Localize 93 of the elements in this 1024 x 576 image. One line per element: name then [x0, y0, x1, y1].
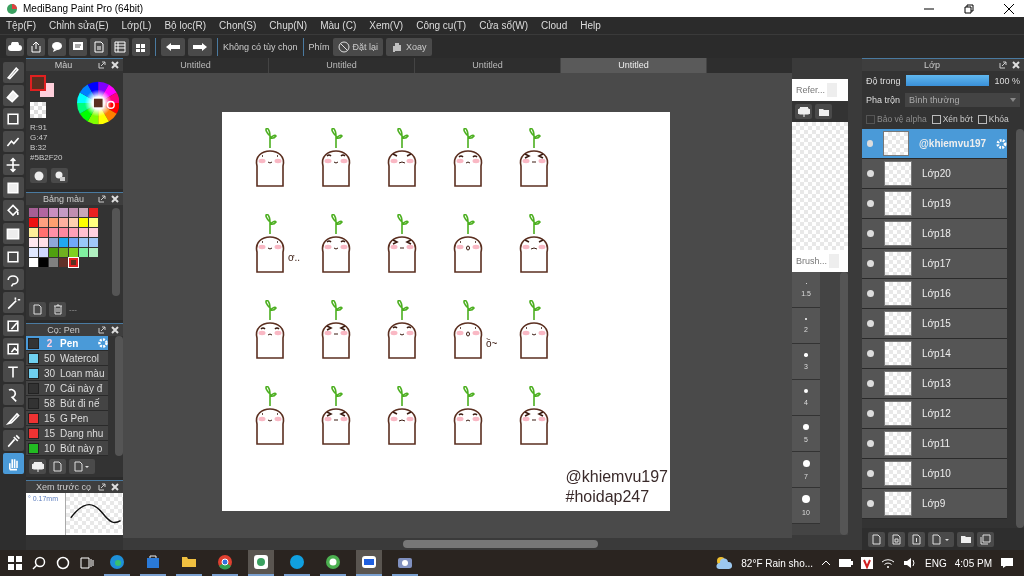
layer-item[interactable]: Lớp16	[862, 279, 1007, 309]
menu-item[interactable]: Bộ lọc(R)	[164, 20, 207, 31]
menu-item[interactable]: Màu (C)	[320, 20, 357, 31]
layer-item[interactable]: Lớp14	[862, 339, 1007, 369]
rgb-value: G:47	[30, 133, 49, 143]
panel-title: Cọ: Pen	[47, 325, 80, 335]
menu-item[interactable]: Chọn(S)	[219, 20, 257, 31]
clock-text[interactable]: 4:05 PM	[954, 557, 992, 569]
layer-item[interactable]: Lớp17	[862, 249, 1007, 279]
signature-text: @khiemvu197	[565, 467, 668, 487]
document-tab[interactable]: Untitled	[123, 58, 269, 73]
rgb-value: R:91	[30, 123, 48, 133]
brush-size: 70	[43, 382, 56, 394]
brush-name: Dạng nhu	[60, 427, 105, 439]
brush-item[interactable]: 30 Loan màu	[26, 366, 108, 381]
layer-name: Lớp17	[922, 258, 952, 269]
palette-name: ---	[69, 305, 77, 314]
rgb-value: B:32	[30, 143, 48, 153]
menu-item[interactable]: Chỉnh sửa(E)	[49, 20, 109, 31]
brush-item[interactable]: 50 Watercol	[26, 351, 108, 366]
brush-item[interactable]: 15 G Pen	[26, 411, 108, 426]
layer-name: Lớp11	[922, 438, 952, 449]
brush-size: 50	[43, 352, 56, 364]
brush-size: 30	[43, 367, 56, 379]
layer-option-checkbox[interactable]: Khóa	[977, 114, 1009, 124]
brush-size: 10	[43, 442, 56, 454]
panel-title: Brush...	[796, 256, 827, 266]
layer-item[interactable]: Lớp9	[862, 489, 1007, 519]
menu-item[interactable]: Chụp(N)	[269, 20, 308, 31]
layer-item[interactable]: Lớp18	[862, 219, 1007, 249]
tool-option-label: Không có tùy chọn	[223, 41, 298, 52]
brush-name: Bút đi nế	[60, 397, 101, 409]
brush-size: 58	[43, 397, 56, 409]
layer-name: Lớp13	[922, 378, 952, 389]
layer-item[interactable]: Lớp15	[862, 309, 1007, 339]
layer-item[interactable]: Lớp12	[862, 399, 1007, 429]
layer-name: Lớp9	[922, 498, 947, 509]
menu-item[interactable]: Tệp(F)	[6, 20, 36, 31]
layer-name: Lớp12	[922, 408, 952, 419]
layer-name: Lớp18	[922, 228, 952, 239]
brush-size: 15	[43, 427, 56, 439]
layer-item[interactable]: Lớp13	[862, 369, 1007, 399]
layer-option-checkbox[interactable]: Xén bớt	[931, 114, 973, 124]
brush-item[interactable]: 70 Cái này đ	[26, 381, 108, 396]
weather-text: 82°F Rain sho...	[741, 557, 814, 569]
menu-item[interactable]: Help	[580, 20, 601, 31]
brush-name: G Pen	[60, 412, 90, 424]
document-tab[interactable]: Untitled	[269, 58, 415, 73]
brush-item[interactable]: 15 Dạng nhu	[26, 426, 108, 441]
brush-name: Bút này p	[60, 442, 104, 454]
opacity-label: Độ trong	[866, 75, 901, 86]
layer-item[interactable]: Lớp10	[862, 459, 1007, 489]
layer-name: Lớp20	[922, 168, 952, 179]
layer-name: Lớp15	[922, 318, 952, 329]
brush-size: 2	[45, 337, 54, 349]
reset-button[interactable]: Đặt lại	[332, 37, 384, 56]
layer-name: Lớp10	[922, 468, 952, 479]
menu-item[interactable]: Công cụ(T)	[416, 20, 467, 31]
menu-item[interactable]: Cloud	[541, 20, 568, 31]
brush-item[interactable]: 10 Bút này p	[26, 441, 108, 456]
blend-mode-dropdown[interactable]: Bình thường	[905, 92, 1020, 107]
brush-name: Cái này đ	[60, 382, 104, 394]
document-tab[interactable]: Untitled	[561, 58, 707, 73]
layer-name: Lớp19	[922, 198, 952, 209]
doodle-caption: ồ~	[486, 338, 498, 349]
layer-name: @khiemvu197	[919, 138, 987, 149]
panel-title: Lớp	[924, 60, 940, 70]
panel-title: Màu	[54, 60, 73, 70]
signature-text: #hoidap247	[565, 487, 651, 507]
brush-item[interactable]: 58 Bút đi nế	[26, 396, 108, 411]
menu-item[interactable]: Cửa sổ(W)	[479, 20, 529, 31]
menu-item[interactable]: Xem(V)	[369, 20, 404, 31]
rotate-button[interactable]: Xoay	[386, 37, 432, 56]
brush-size: 15	[43, 412, 56, 424]
layer-name: Lớp16	[922, 288, 952, 299]
panel-title: Xem trước cọ	[36, 482, 91, 492]
brush-name: Watercol	[60, 352, 101, 364]
panel-title: Refer...	[796, 85, 825, 95]
doodle-caption: ơ..	[288, 252, 301, 263]
layer-name: Lớp14	[922, 348, 952, 359]
language-indicator[interactable]: ENG	[925, 557, 947, 569]
layer-item[interactable]: Lớp19	[862, 189, 1007, 219]
layer-item[interactable]: Lớp20	[862, 159, 1007, 189]
menu-item[interactable]: Lớp(L)	[121, 20, 152, 31]
opacity-value: 100 %	[994, 75, 1020, 86]
hex-value: #5B2F20	[30, 153, 64, 163]
brush-name: Pen	[60, 337, 80, 349]
window-title: MediBang Paint Pro (64bit)	[23, 3, 144, 14]
key-label: Phím	[308, 41, 330, 52]
brush-name: Loan màu	[60, 367, 106, 379]
panel-title: Bảng màu	[43, 194, 84, 204]
layer-item[interactable]: Lớp11	[862, 429, 1007, 459]
blend-label: Pha trộn	[866, 94, 901, 105]
